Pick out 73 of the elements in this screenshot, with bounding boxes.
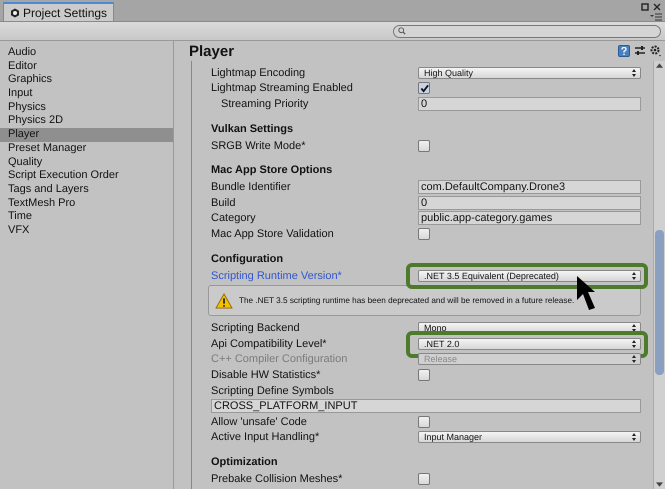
dropdown[interactable]: .NET 3.5 Equivalent (Deprecated) [418, 270, 641, 282]
scrollbar[interactable] [653, 61, 665, 489]
updown-icon [632, 68, 636, 77]
setting-label: Scripting Backend [211, 322, 301, 334]
text-field[interactable]: CROSS_PLATFORM_INPUT [211, 399, 641, 414]
checkbox[interactable] [418, 140, 430, 152]
setting-label: Lightmap Encoding [211, 66, 306, 79]
setting-label: SRGB Write Mode* [211, 140, 307, 152]
sidebar-item[interactable]: Tags and Layers [0, 182, 173, 197]
section-heading: Optimization [211, 455, 279, 470]
maximize-icon[interactable] [641, 3, 649, 11]
setting-label: Scripting Define Symbols [211, 384, 335, 397]
text-field[interactable]: 0 [418, 96, 641, 111]
dropdown[interactable]: High Quality [418, 66, 641, 79]
setting-label: Bundle Identifier [211, 181, 292, 194]
setting-label: Api Compatibility Level* [211, 338, 328, 350]
scroll-up-icon[interactable] [656, 63, 663, 68]
setting-label: Scripting Runtime Version* [211, 270, 343, 282]
updown-icon [632, 324, 636, 332]
sidebar-item[interactable]: Input [0, 87, 173, 101]
sidebar-item[interactable]: VFX [0, 224, 173, 238]
sidebar-item[interactable]: TextMesh Pro [0, 196, 173, 210]
setting-label: Active Input Handling* [211, 431, 320, 444]
text-field[interactable]: com.DefaultCompany.Drone3 [418, 180, 641, 194]
updown-icon [632, 340, 636, 348]
checkbox[interactable] [418, 472, 430, 485]
text-field[interactable]: 0 [418, 196, 641, 210]
setting-label: Prebake Collision Meshes* [211, 472, 344, 485]
setting-label: Disable HW Statistics* [211, 368, 322, 381]
sidebar-item[interactable]: Physics 2D [0, 114, 173, 128]
panel-title: Player [189, 42, 234, 60]
text-field[interactable]: public.app-category.games [418, 211, 641, 226]
updown-icon [632, 433, 636, 442]
setting-label: Allow 'unsafe' Code [211, 416, 308, 428]
search-icon [398, 27, 406, 35]
gear-icon[interactable] [650, 45, 662, 57]
sidebar-item[interactable]: Quality [0, 156, 173, 170]
dropdown[interactable]: .NET 2.0 [418, 338, 641, 350]
setting-label: C++ Compiler Configuration [211, 353, 348, 366]
sidebar-item[interactable]: Editor [0, 60, 173, 74]
gear-icon [10, 8, 20, 18]
sidebar-item[interactable]: Preset Manager [0, 142, 173, 156]
setting-label: Streaming Priority [220, 98, 310, 110]
sidebar-item[interactable]: Script Execution Order [0, 169, 173, 183]
search-field[interactable] [393, 24, 661, 38]
close-icon[interactable] [653, 3, 661, 11]
setting-label: Mac App Store Validation [211, 228, 335, 240]
sidebar-item[interactable]: Physics [0, 100, 173, 114]
scroll-down-icon[interactable] [656, 482, 663, 487]
sidebar-item[interactable]: Player [0, 128, 173, 142]
sidebar-item[interactable]: Audio [0, 46, 173, 60]
sliders-icon[interactable] [634, 45, 646, 57]
help-icon[interactable] [618, 45, 630, 57]
checkbox[interactable] [418, 416, 430, 428]
warning-text: The .NET 3.5 scripting runtime has been deprecated and will be removed in a future release. [239, 296, 574, 306]
menu-icon[interactable] [650, 13, 662, 21]
checkbox[interactable] [418, 228, 430, 240]
window-tab[interactable]: Project Settings [3, 2, 114, 21]
setting-label: Build [211, 196, 236, 209]
checkbox[interactable] [418, 82, 430, 94]
dropdown[interactable]: Input Manager [418, 431, 641, 444]
setting-label: Category [211, 212, 257, 224]
sidebar-item[interactable]: Time [0, 210, 173, 224]
setting-label: Lightmap Streaming Enabled [211, 82, 354, 94]
sidebar-item[interactable]: Graphics [0, 73, 173, 88]
checkbox[interactable] [418, 368, 430, 381]
section-heading: Vulkan Settings [211, 122, 294, 137]
updown-icon [632, 355, 636, 364]
updown-icon [632, 272, 636, 280]
warning-icon [215, 292, 233, 309]
pointer-arrow-icon [574, 275, 598, 311]
section-heading: Mac App Store Options [211, 163, 334, 178]
section-heading: Configuration [211, 252, 284, 267]
